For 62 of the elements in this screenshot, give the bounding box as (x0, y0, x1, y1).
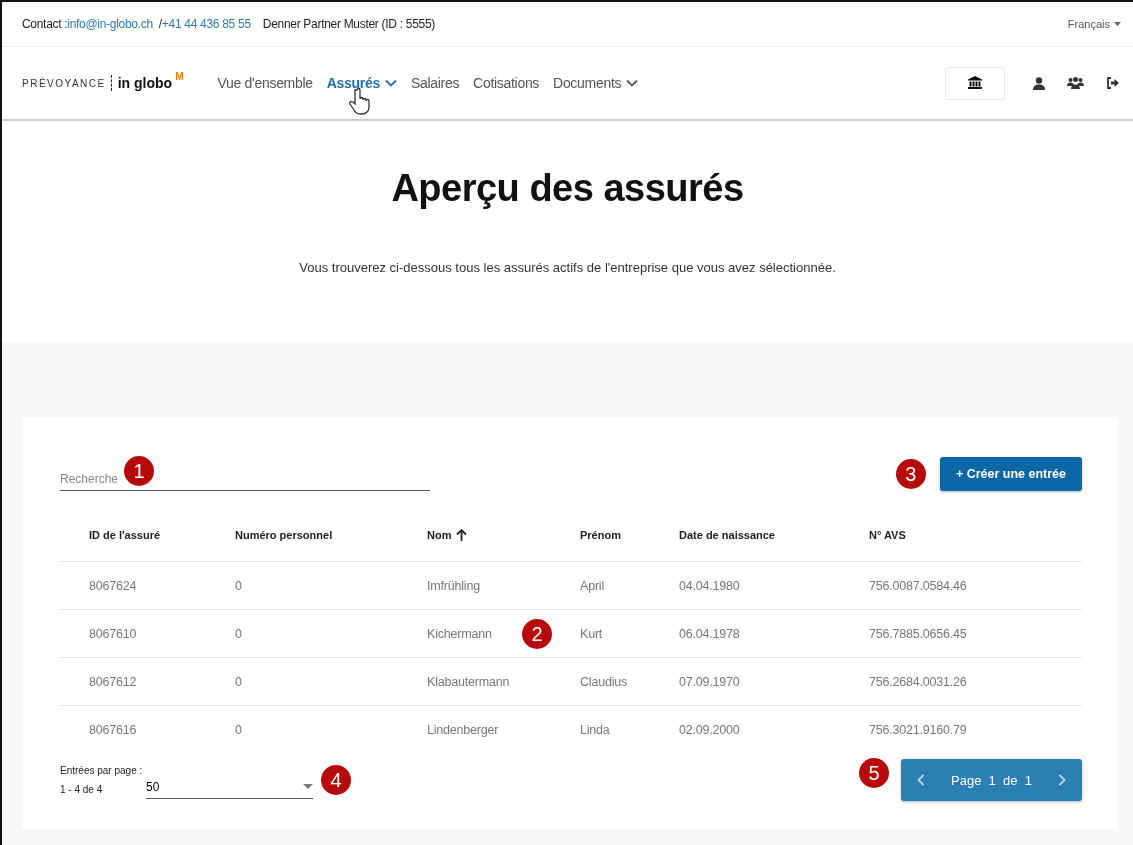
table-cell: 756.2684.0031.26 (869, 674, 967, 689)
nav-item[interactable]: Documents (553, 75, 639, 91)
table-cell: Kurt (580, 626, 603, 641)
partner-label: Denner Partner Muster (ID : 5555) (262, 17, 435, 31)
callout-marker: 3 (895, 459, 926, 489)
table-cell: 0 (235, 722, 242, 737)
table-cell: 8067610 (89, 626, 137, 641)
table-cell: 756.3021.9160.79 (869, 722, 967, 737)
table-cell: 06.04.1978 (679, 626, 740, 641)
caret-icon (1114, 22, 1121, 26)
institution-button[interactable] (945, 66, 1005, 100)
table-cell: Claudius (580, 674, 628, 689)
nav-item[interactable]: Assurés (326, 75, 397, 91)
table-cell: 0 (235, 674, 242, 689)
users-icon[interactable] (1067, 77, 1084, 89)
column-header[interactable]: Prénom (580, 529, 621, 541)
table-cell: Kichermann (427, 626, 492, 641)
table-cell: 8067624 (89, 578, 137, 593)
nav-item[interactable]: Salaires (410, 75, 460, 91)
per-page-label: Entrées par page : (60, 765, 144, 776)
hand-cursor-icon (348, 87, 373, 117)
table-cell: 0 (235, 578, 242, 593)
callout-marker: 4 (321, 765, 351, 795)
table-cell: 07.09.1970 (679, 674, 740, 689)
column-header[interactable]: Numéro personnel (235, 529, 333, 541)
nav-item[interactable]: Vue d'ensemble (217, 75, 313, 91)
previous-page-icon[interactable] (917, 774, 925, 786)
table-cell: 756.0087.0584.46 (869, 578, 967, 593)
table-cell: 02.09.2000 (679, 722, 740, 737)
column-header[interactable]: Date de naissance (679, 529, 775, 541)
table-cell: Klabautermann (427, 674, 510, 689)
page-title: Aperçu des assurés (390, 167, 745, 210)
page-indicator: Page 1 de 1 (951, 772, 1032, 788)
bank-icon (968, 76, 982, 90)
table-cell: April (580, 578, 604, 593)
table-cell: 04.04.1980 (679, 578, 740, 593)
per-page-dropdown[interactable]: 50 (146, 771, 313, 799)
callout-marker: 5 (859, 758, 889, 788)
separator: / (158, 17, 162, 31)
table-cell: 756.7885.0656.45 (869, 626, 967, 641)
column-header[interactable]: N° AVS (869, 529, 906, 541)
table-cell: Imfrühling (427, 578, 480, 593)
caret-icon (303, 784, 313, 789)
create-entry-button[interactable]: + Créer une entrée (939, 457, 1082, 491)
logout-icon[interactable] (1106, 77, 1119, 89)
table-cell: Lindenberger (427, 722, 499, 737)
email-link[interactable]: info@in-globo.ch (67, 17, 153, 31)
range-label: 1 - 4 de 4 (60, 784, 104, 795)
contact-label: Contact : (22, 17, 68, 31)
column-header[interactable]: Nom (427, 529, 468, 541)
column-header[interactable]: ID de l'assuré (89, 529, 161, 541)
user-icon[interactable] (1033, 76, 1045, 90)
table-cell: 8067612 (89, 674, 137, 689)
table-cell: 0 (235, 626, 242, 641)
next-page-icon[interactable] (1058, 774, 1066, 786)
callout-marker: 1 (124, 456, 154, 486)
language-dropdown[interactable]: Français (1067, 18, 1121, 30)
callout-marker: 2 (522, 619, 552, 649)
nav-item[interactable]: Cotisations (473, 75, 540, 91)
table-cell: Linda (580, 722, 610, 737)
table-cell: 8067616 (89, 722, 137, 737)
page-subtitle: Vous trouverez ci-dessous tous les assurés actifs de l'entreprise que vous avez sélectionnée. (298, 260, 837, 275)
